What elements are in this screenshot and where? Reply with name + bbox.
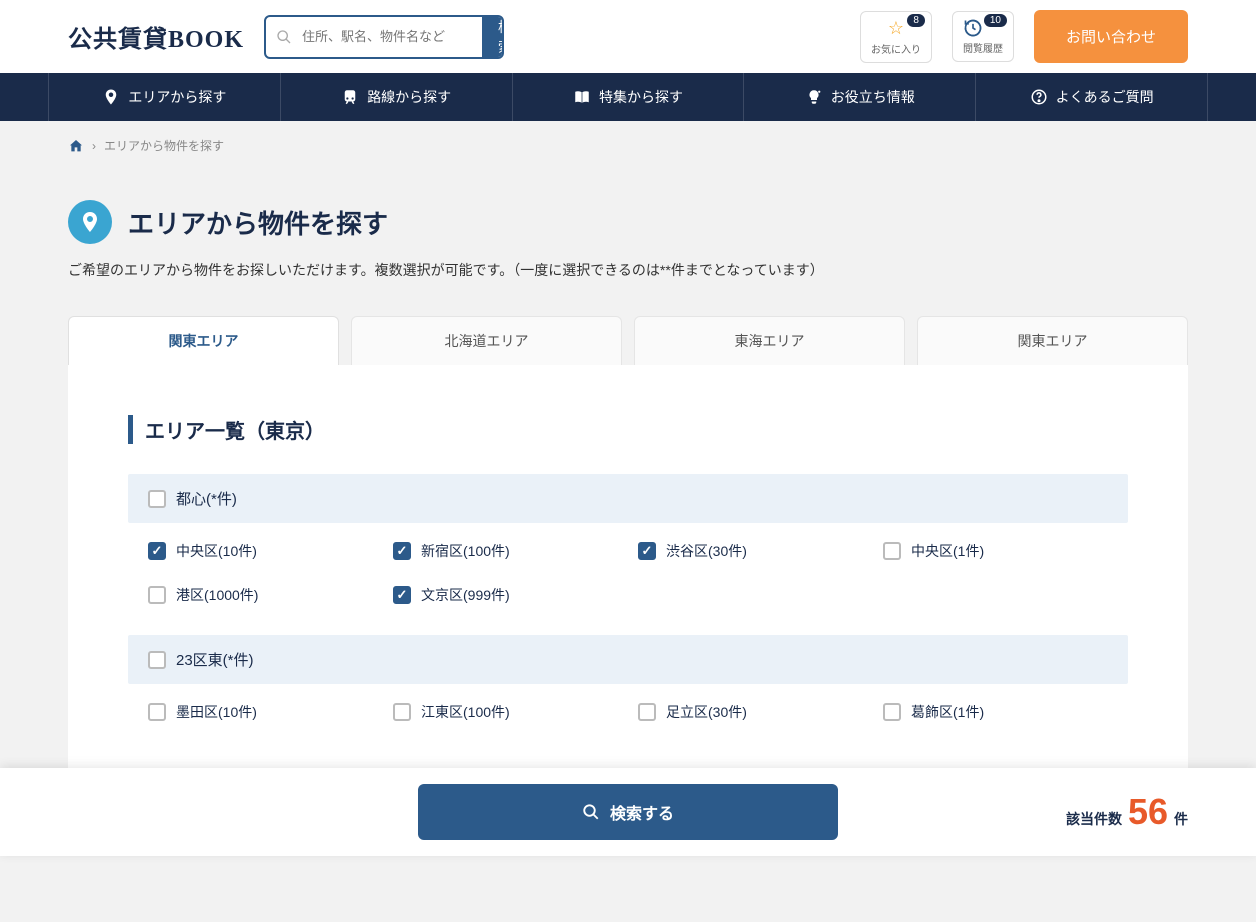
checkbox[interactable] [148, 490, 166, 508]
search-submit-button[interactable]: 検索する [418, 784, 838, 840]
history-button[interactable]: 閲覧履歴 10 [952, 11, 1014, 62]
tab-region[interactable]: 北海道エリア [351, 316, 622, 365]
checkbox[interactable] [148, 542, 166, 560]
global-nav: エリアから探す 路線から探す 特集から探す お役立ち情報 よくあるご質問 [0, 73, 1256, 121]
ward-item[interactable]: 墨田区(10件) [148, 702, 373, 722]
favorites-button[interactable]: ☆ お気に入り 8 [860, 11, 932, 63]
checkbox[interactable] [883, 542, 901, 560]
group-label: 都心(*件) [176, 488, 237, 509]
area-panel: エリア一覧（東京） 都心(*件) 中央区(10件) 新宿区(100件) 渋谷区(30件… [68, 365, 1188, 802]
page-title-icon [68, 200, 112, 244]
checkbox[interactable] [148, 586, 166, 604]
ward-item[interactable]: 港区(1000件) [148, 585, 373, 605]
checkbox[interactable] [638, 542, 656, 560]
checkbox[interactable] [148, 703, 166, 721]
nav-info[interactable]: お役立ち情報 [744, 73, 976, 121]
nav-feature[interactable]: 特集から探す [513, 73, 745, 121]
search-button[interactable]: 検索 [482, 17, 504, 57]
checkbox[interactable] [883, 703, 901, 721]
ward-label: 文京区(999件) [421, 585, 510, 605]
section-title: エリア一覧（東京） [128, 415, 1128, 444]
checkbox[interactable] [148, 651, 166, 669]
ward-item[interactable]: 中央区(10件) [148, 541, 373, 561]
ward-item[interactable]: 葛飾区(1件) [883, 702, 1108, 722]
ward-label: 新宿区(100件) [421, 541, 510, 561]
ward-item[interactable]: 中央区(1件) [883, 541, 1108, 561]
ward-label: 江東区(100件) [421, 702, 510, 722]
ward-label: 渋谷区(30件) [666, 541, 747, 561]
search-box: 検索 [264, 15, 504, 59]
pin-icon [102, 88, 120, 106]
footer-bar: 検索する 該当件数 56 件 [0, 768, 1256, 856]
ward-item[interactable]: 渋谷区(30件) [638, 541, 863, 561]
ward-label: 中央区(1件) [911, 541, 984, 561]
ward-label: 港区(1000件) [176, 585, 258, 605]
nav-line[interactable]: 路線から探す [281, 73, 513, 121]
favorites-badge: 8 [907, 14, 925, 27]
checkbox[interactable] [393, 586, 411, 604]
region-tabs: 関東エリア北海道エリア東海エリア関東エリア [68, 316, 1188, 365]
ward-item[interactable]: 江東区(100件) [393, 702, 618, 722]
ward-item[interactable]: 足立区(30件) [638, 702, 863, 722]
logo[interactable]: 公共賃貸BOOK [68, 19, 244, 54]
result-count: 該当件数 56 件 [1066, 791, 1188, 833]
question-icon [1030, 88, 1048, 106]
tab-region[interactable]: 関東エリア [917, 316, 1188, 365]
nav-area[interactable]: エリアから探す [48, 73, 281, 121]
checkbox[interactable] [638, 703, 656, 721]
contact-button[interactable]: お問い合わせ [1034, 10, 1188, 63]
ward-item[interactable]: 文京区(999件) [393, 585, 618, 605]
header: 公共賃貸BOOK 検索 ☆ お気に入り 8 閲覧履歴 10 お問い合わせ [0, 0, 1256, 73]
bulb-icon [805, 88, 823, 106]
tab-region[interactable]: 東海エリア [634, 316, 905, 365]
home-icon[interactable] [68, 138, 84, 154]
ward-label: 葛飾区(1件) [911, 702, 984, 722]
train-icon [341, 88, 359, 106]
search-icon [266, 17, 298, 57]
page-title: エリアから物件を探す [128, 204, 388, 241]
tab-region[interactable]: 関東エリア [68, 316, 339, 365]
breadcrumb-current: エリアから物件を探す [104, 137, 224, 154]
ward-label: 中央区(10件) [176, 541, 257, 561]
checkbox[interactable] [393, 703, 411, 721]
group-header[interactable]: 23区東(*件) [128, 635, 1128, 684]
history-badge: 10 [984, 14, 1007, 27]
chevron-right-icon: › [92, 139, 96, 153]
breadcrumb: › エリアから物件を探す [48, 121, 1208, 170]
ward-label: 足立区(30件) [666, 702, 747, 722]
search-input[interactable] [298, 17, 482, 57]
group-label: 23区東(*件) [176, 649, 254, 670]
checkbox[interactable] [393, 542, 411, 560]
book-icon [573, 88, 591, 106]
page-description: ご希望のエリアから物件をお探しいただけます。複数選択が可能です。（一度に選択でき… [68, 260, 1188, 280]
search-icon [582, 803, 600, 821]
ward-item[interactable]: 新宿区(100件) [393, 541, 618, 561]
group-header[interactable]: 都心(*件) [128, 474, 1128, 523]
ward-label: 墨田区(10件) [176, 702, 257, 722]
nav-faq[interactable]: よくあるご質問 [976, 73, 1208, 121]
